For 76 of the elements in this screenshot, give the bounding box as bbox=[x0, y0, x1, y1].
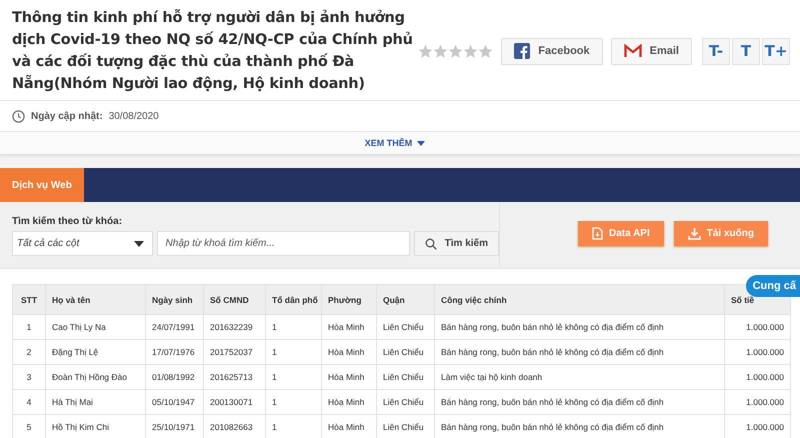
table-cell: Hòa Minh bbox=[322, 314, 376, 340]
download-button[interactable]: Tải xuống bbox=[674, 220, 768, 246]
table-cell: 1 bbox=[266, 364, 322, 390]
column-header: Tổ dân phố bbox=[266, 284, 322, 314]
table-cell: 3 bbox=[12, 364, 46, 390]
table-cell: Bán hàng rong, buôn bán nhỏ lẻ không có địa điểm cố định bbox=[434, 340, 724, 364]
star-icon[interactable] bbox=[478, 44, 494, 58]
search-icon bbox=[424, 238, 437, 250]
table-cell: Hòa Minh bbox=[322, 364, 376, 390]
table-cell: 201625713 bbox=[204, 364, 266, 390]
search-field[interactable]: Nhập từ khoá tìm kiếm... bbox=[156, 231, 410, 256]
font-size-button[interactable]: T bbox=[732, 38, 760, 64]
caret-icon bbox=[134, 240, 144, 246]
star-rating[interactable] bbox=[418, 44, 494, 58]
tab[interactable]: Dịch vụ Web bbox=[0, 168, 84, 202]
star-icon[interactable] bbox=[448, 44, 464, 58]
column-header: Quận bbox=[376, 284, 434, 314]
column-header: Họ và tên bbox=[46, 284, 146, 314]
table-cell: Liên Chiểu bbox=[376, 314, 434, 340]
caret-icon bbox=[417, 140, 426, 146]
table-cell: Đặng Thị Lệ bbox=[46, 340, 146, 364]
data-api-button[interactable]: Data API bbox=[578, 220, 664, 246]
table-cell: 200130071 bbox=[204, 390, 266, 414]
facebook-share-button[interactable]: Facebook bbox=[501, 38, 603, 64]
table-cell: Hòa Minh bbox=[322, 340, 376, 364]
column-header: Phường bbox=[322, 284, 376, 314]
table-cell: 1.000.000 bbox=[724, 314, 790, 340]
font-size-button[interactable]: T+ bbox=[762, 38, 790, 64]
table-cell: Liên Chiểu bbox=[376, 390, 434, 414]
document-icon bbox=[592, 226, 603, 240]
font-size-button[interactable]: T- bbox=[702, 38, 730, 64]
star-icon[interactable] bbox=[418, 44, 434, 58]
table-cell: 1.000.000 bbox=[724, 364, 790, 390]
search-label: Tìm kiếm theo từ khóa: bbox=[12, 216, 124, 227]
email-share-button[interactable]: Email bbox=[610, 38, 692, 64]
column-header: STT bbox=[12, 284, 46, 314]
table-cell: 1 bbox=[266, 390, 322, 414]
table-cell: 4 bbox=[12, 390, 46, 414]
star-icon[interactable] bbox=[433, 44, 448, 58]
table-cell: 2 bbox=[12, 340, 46, 364]
updated-label: Ngày cập nhật: bbox=[31, 110, 103, 122]
table-cell: 1 bbox=[266, 314, 322, 340]
see-more-link[interactable]: XEM THÊM bbox=[360, 138, 430, 148]
table-cell: Hà Thị Mai bbox=[46, 390, 146, 414]
table-cell: 5 bbox=[12, 414, 46, 438]
facebook-icon bbox=[514, 43, 530, 59]
table-cell: Bán hàng rong, buôn bán nhỏ lẻ không có địa điểm cố định bbox=[434, 314, 724, 340]
table-cell: 24/07/1991 bbox=[146, 314, 204, 340]
download-icon bbox=[688, 226, 701, 240]
table-cell: 1.000.000 bbox=[724, 340, 790, 364]
table-cell: 1 bbox=[12, 314, 46, 340]
table-cell: 05/10/1947 bbox=[146, 390, 204, 414]
column-dropdown[interactable]: Tất cả các cột bbox=[12, 231, 153, 256]
table-cell: Liên Chiểu bbox=[376, 340, 434, 364]
table-cell: Đoàn Thị Hồng Đào bbox=[46, 364, 146, 390]
column-header: Ngày sinh bbox=[146, 284, 204, 314]
table-cell: 1.000.000 bbox=[724, 390, 790, 414]
table-cell: 1 bbox=[266, 340, 322, 364]
column-header: Công việc chính bbox=[434, 284, 724, 314]
article-title: Thông tin kinh phí hỗ trợ người dân bị ảnh hưởng dịch Covid-19 theo NQ số 42/NQ-CP của Chính phủ và các đối tượng đặc thù của thành phố Đà Nẵng(Nhóm Người lao động, Hộ kinh doanh) bbox=[12, 8, 414, 94]
search-button[interactable]: Tìm kiếm bbox=[414, 231, 499, 256]
table-cell: Bán hàng rong, buôn bán nhỏ lẻ không có địa điểm cố định bbox=[434, 390, 724, 414]
mail-icon bbox=[624, 44, 642, 58]
table-cell: 201752037 bbox=[204, 340, 266, 364]
table-cell: Cao Thị Ly Na bbox=[46, 314, 146, 340]
updated-date: 30/08/2020 bbox=[108, 110, 159, 122]
table-cell: Hòa Minh bbox=[322, 390, 376, 414]
table-cell: 01/08/1992 bbox=[146, 364, 204, 390]
table-cell: Liên Chiểu bbox=[376, 364, 434, 390]
table-cell: 201632239 bbox=[204, 314, 266, 340]
table-cell: Làm việc tại hộ kinh doanh bbox=[434, 364, 724, 390]
clock-icon bbox=[12, 110, 25, 122]
column-header: Số CMND bbox=[204, 284, 266, 314]
provide-data-button[interactable]: Cung cấ bbox=[746, 275, 800, 297]
star-icon[interactable] bbox=[463, 44, 478, 58]
table-cell: 17/07/1976 bbox=[146, 340, 204, 364]
